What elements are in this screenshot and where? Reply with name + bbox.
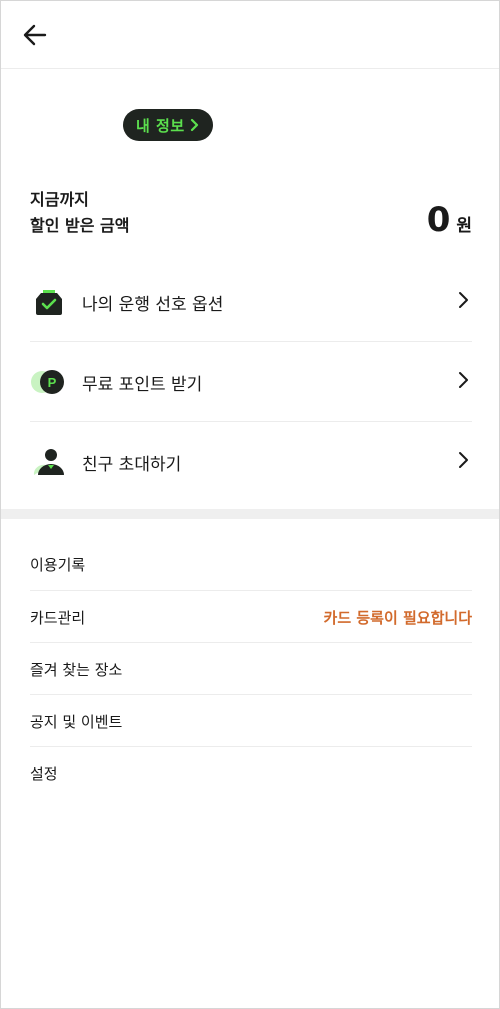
- point-coin-icon: P: [30, 363, 68, 401]
- chevron-right-icon: [459, 372, 468, 388]
- savings-amount: 0 원: [427, 201, 472, 239]
- savings-label-line1: 지금까지: [30, 190, 89, 209]
- menu-item-label: 무료 포인트 받기: [82, 374, 203, 395]
- list-item-label: 즐겨 찾는 장소: [30, 660, 123, 679]
- savings-summary: 지금까지 할인 받은 금액 0 원: [30, 187, 472, 247]
- arrow-left-icon: [23, 24, 47, 46]
- menu-item-label: 나의 운행 선호 옵션: [82, 294, 224, 315]
- back-button[interactable]: [15, 17, 55, 53]
- section-divider: [1, 509, 499, 519]
- list-item-label: 이용기록: [30, 555, 86, 574]
- list-item-notices-events[interactable]: 공지 및 이벤트: [30, 695, 472, 747]
- menu-item-driving-preferences[interactable]: 나의 운행 선호 옵션: [30, 262, 472, 342]
- list-item-label: 설정: [30, 764, 58, 783]
- person-icon: [30, 443, 68, 481]
- list-item-usage-history[interactable]: 이용기록: [30, 538, 472, 590]
- top-bar: [1, 1, 499, 69]
- my-info-label: 내 정보: [136, 116, 185, 135]
- savings-amount-value: 0: [426, 200, 451, 240]
- menu-item-free-points[interactable]: P 무료 포인트 받기: [30, 342, 472, 422]
- list-item-label: 공지 및 이벤트: [30, 712, 123, 731]
- menu-item-invite-friends[interactable]: 친구 초대하기: [30, 422, 472, 502]
- savings-label-line2: 할인 받은 금액: [30, 216, 130, 235]
- chevron-right-icon: [459, 292, 468, 308]
- list-item-favorite-places[interactable]: 즐겨 찾는 장소: [30, 643, 472, 695]
- menu-item-label: 친구 초대하기: [82, 454, 182, 475]
- list-item-label: 카드관리: [30, 608, 86, 627]
- car-seat-check-icon: [30, 283, 68, 321]
- card-status-text: 카드 등록이 필요합니다: [323, 608, 472, 627]
- my-info-button[interactable]: 내 정보: [123, 109, 213, 141]
- chevron-right-icon: [190, 118, 198, 132]
- svg-text:P: P: [48, 375, 57, 390]
- screen: 내 정보 지금까지 할인 받은 금액 0 원 나의 운행 선호 옵션 P 무료 …: [0, 0, 500, 1009]
- chevron-right-icon: [459, 452, 468, 468]
- list-item-card-management[interactable]: 카드관리 카드 등록이 필요합니다: [30, 591, 472, 643]
- savings-amount-unit: 원: [456, 216, 472, 236]
- list-item-settings[interactable]: 설정: [30, 747, 472, 799]
